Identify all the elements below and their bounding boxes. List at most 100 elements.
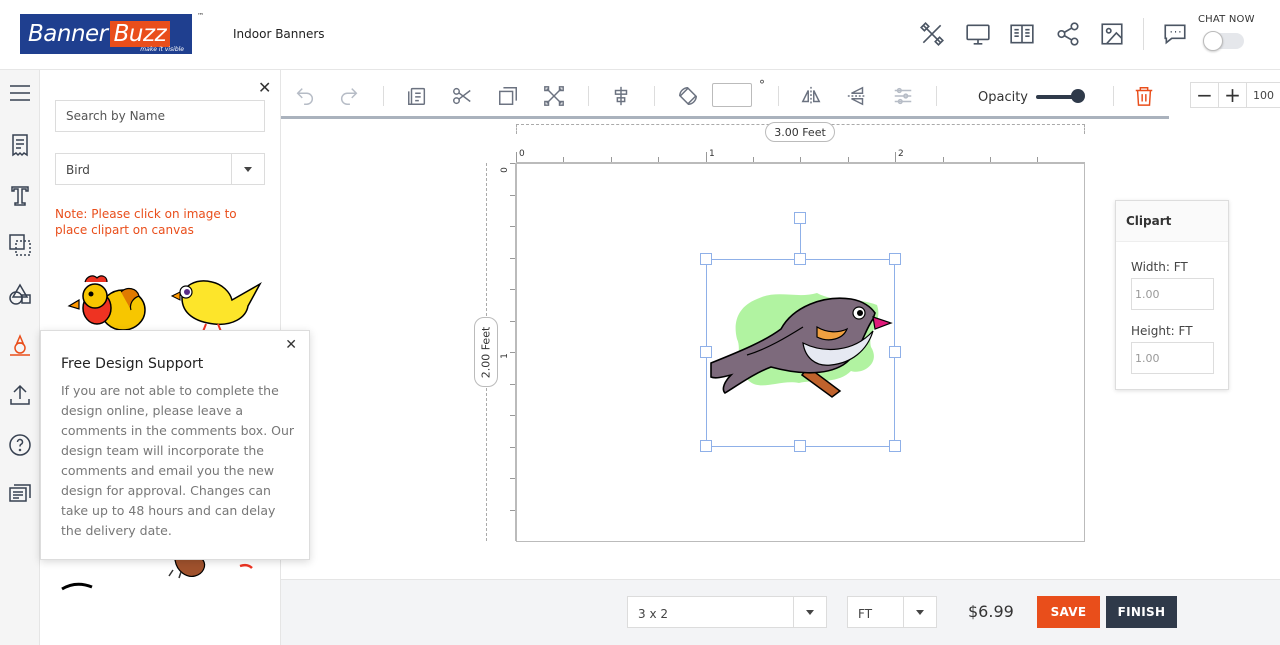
paste-icon[interactable] [405, 84, 429, 108]
rotation-handle[interactable] [794, 212, 806, 224]
size-select-value: 3 x 2 [638, 607, 668, 621]
top-header: Banner Buzz make it visible ™ Indoor Ban… [0, 0, 1280, 70]
ruler-tick [510, 320, 515, 322]
ruler-tick [1037, 157, 1039, 162]
redo-icon[interactable] [337, 84, 361, 108]
ruler-tick [510, 478, 515, 479]
finish-button[interactable]: FINISH [1106, 596, 1177, 628]
width-dimension-tick [516, 124, 517, 134]
logo-tagline: make it visible [140, 46, 184, 53]
text-icon[interactable] [6, 181, 34, 209]
resize-handle-e[interactable] [889, 346, 901, 358]
zoom-out-button[interactable]: − [1191, 83, 1219, 107]
comments-icon[interactable] [6, 481, 34, 509]
chevron-down-icon [903, 597, 936, 627]
clipart-search-input[interactable] [55, 100, 265, 132]
ruler-label: 1 [709, 149, 715, 159]
width-dimension-tick [1084, 124, 1085, 134]
zoom-control: − + 100 [1190, 82, 1280, 108]
size-select[interactable]: 3 x 2 [627, 596, 827, 628]
ruler-label: 2 [898, 149, 904, 159]
templates-icon[interactable] [1008, 20, 1036, 48]
save-button[interactable]: SAVE [1037, 596, 1100, 628]
unit-select[interactable]: FT [847, 596, 937, 628]
clipart-icon[interactable] [6, 331, 34, 359]
ruler-tick [510, 226, 515, 227]
logo-text-buzz: Buzz [109, 21, 171, 47]
clipart-yellow-bird[interactable] [162, 268, 262, 338]
resize-handle-nw[interactable] [700, 253, 712, 265]
toggle-knob [1203, 31, 1223, 51]
chat-icon[interactable] [1161, 20, 1189, 48]
ruler-tick [510, 352, 515, 353]
ruler-tick [942, 157, 944, 162]
ruler-label: 1 [499, 353, 510, 359]
menu-icon[interactable] [6, 79, 34, 107]
clipart-black-bird-partial[interactable] [60, 575, 150, 595]
align-center-icon[interactable] [609, 84, 633, 108]
resize-handle-w[interactable] [700, 346, 712, 358]
resize-handle-sw[interactable] [700, 440, 712, 452]
rotation-angle-input[interactable] [712, 83, 752, 107]
ruler-tick [800, 157, 802, 162]
selection-box[interactable] [706, 259, 895, 447]
ruler-tick [658, 157, 660, 162]
design-tools-icon[interactable] [918, 20, 946, 48]
height-dimension-text: 2.00 Feet [479, 326, 493, 378]
panel-close-icon[interactable]: ✕ [258, 78, 271, 97]
clipart-note: Note: Please click on image to place cli… [55, 207, 237, 237]
width-input[interactable]: 1.00 [1131, 278, 1214, 310]
ruler-tick [753, 157, 754, 162]
ruler-tick [510, 415, 515, 416]
flip-horizontal-icon[interactable] [799, 84, 823, 108]
transform-icon[interactable] [542, 84, 566, 108]
adjustments-icon[interactable] [891, 84, 915, 108]
undo-icon[interactable] [293, 84, 317, 108]
document-icon[interactable] [6, 131, 34, 159]
upload-icon[interactable] [6, 381, 34, 409]
chevron-down-icon [231, 154, 264, 184]
bannerbuzz-logo[interactable]: Banner Buzz make it visible ™ [20, 12, 204, 54]
ruler-tick [563, 157, 565, 162]
chevron-down-icon [793, 597, 826, 627]
ruler-tick [610, 157, 612, 162]
cut-icon[interactable] [450, 84, 474, 108]
degree-symbol: ° [759, 78, 765, 92]
toolbar-divider [383, 86, 384, 106]
breadcrumb: Indoor Banners [233, 27, 325, 41]
help-icon[interactable] [6, 431, 34, 459]
popup-close-icon[interactable]: ✕ [285, 337, 297, 353]
monitor-icon[interactable] [964, 20, 992, 48]
ruler-tick [705, 152, 707, 162]
ruler-tick [516, 152, 517, 162]
price-label: $6.99 [968, 602, 1014, 621]
chat-now-label: CHAT NOW [1198, 14, 1255, 25]
horizontal-ruler: 0 1 2 [516, 149, 1085, 163]
shapes-icon[interactable] [6, 281, 34, 309]
ruler-tick [510, 194, 515, 196]
toolbar-divider [654, 86, 655, 106]
ruler-tick [895, 152, 897, 162]
resize-handle-s[interactable] [794, 440, 806, 452]
width-dimension-text: 3.00 Feet [774, 125, 826, 139]
resize-handle-n[interactable] [794, 253, 806, 265]
toolbar-divider [588, 86, 589, 106]
category-select[interactable]: Bird [55, 153, 265, 185]
rotate-icon[interactable] [676, 84, 700, 108]
delete-icon[interactable] [1132, 84, 1156, 108]
share-icon[interactable] [1054, 20, 1082, 48]
ruler-label: 0 [499, 167, 510, 173]
popup-body: If you are not able to complete the desi… [61, 383, 295, 538]
flip-vertical-icon[interactable] [845, 84, 869, 108]
opacity-label: Opacity [978, 90, 1029, 105]
layers-icon[interactable] [6, 231, 34, 259]
opacity-slider-handle[interactable] [1071, 89, 1085, 103]
chat-toggle[interactable] [1203, 31, 1244, 51]
height-input[interactable]: 1.00 [1131, 342, 1214, 374]
resize-handle-se[interactable] [889, 440, 901, 452]
zoom-in-button[interactable]: + [1219, 83, 1247, 107]
image-icon[interactable] [1098, 20, 1126, 48]
toolbar-divider [1113, 86, 1114, 106]
duplicate-icon[interactable] [496, 84, 520, 108]
resize-handle-ne[interactable] [889, 253, 901, 265]
